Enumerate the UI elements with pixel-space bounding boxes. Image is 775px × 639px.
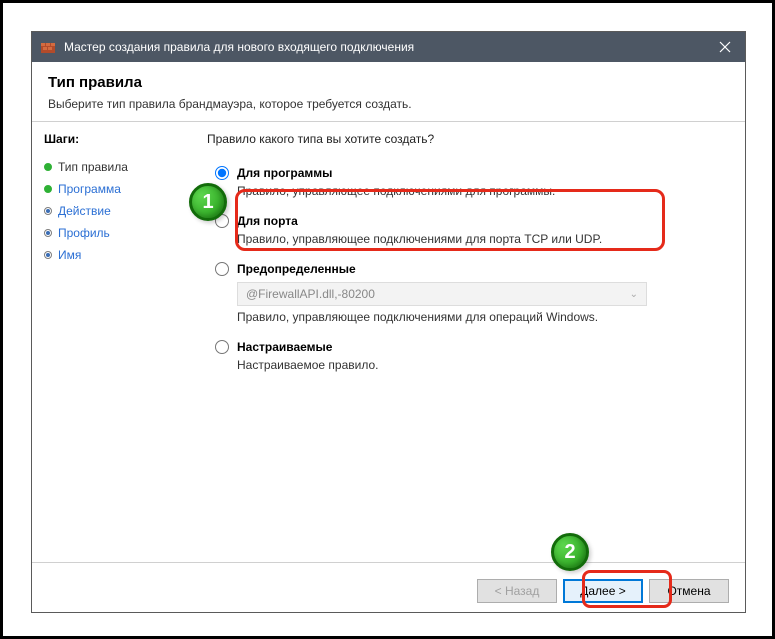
radio-predefined[interactable] (215, 262, 229, 276)
option-desc: Правило, управляющее подключениями для п… (237, 232, 725, 246)
dropdown-value: @FirewallAPI.dll,-80200 (246, 287, 375, 301)
back-button: < Назад (477, 579, 557, 603)
option-desc: Настраиваемое правило. (237, 358, 725, 372)
annotation-badge-2: 2 (551, 533, 589, 571)
option-custom: Настраиваемые Настраиваемое правило. (215, 340, 725, 372)
bullet-icon (44, 207, 52, 215)
option-program: Для программы Правило, управляющее подкл… (215, 166, 725, 198)
titlebar-text: Мастер создания правила для нового входя… (64, 40, 705, 54)
bullet-icon (44, 163, 52, 171)
option-predefined: Предопределенные @FirewallAPI.dll,-80200… (215, 262, 725, 324)
bullet-icon (44, 185, 52, 193)
predefined-dropdown: @FirewallAPI.dll,-80200 ⌄ (237, 282, 647, 306)
option-label: Настраиваемые (237, 340, 332, 354)
option-port: Для порта Правило, управляющее подключен… (215, 214, 725, 246)
cancel-button[interactable]: Отмена (649, 579, 729, 603)
wizard-window: Мастер создания правила для нового входя… (31, 31, 746, 613)
option-desc: Правило, управляющее подключениями для о… (237, 310, 725, 324)
step-name[interactable]: Имя (44, 244, 185, 266)
annotation-badge-1: 1 (189, 183, 227, 221)
step-program[interactable]: Программа (44, 178, 185, 200)
header-area: Тип правила Выберите тип правила брандма… (32, 62, 745, 121)
main-panel: Правило какого типа вы хотите создать? Д… (197, 122, 745, 562)
radio-custom[interactable] (215, 340, 229, 354)
step-profile[interactable]: Профиль (44, 222, 185, 244)
step-label: Действие (58, 204, 111, 218)
option-label: Для порта (237, 214, 298, 228)
step-label: Программа (58, 182, 121, 196)
footer-area: < Назад Далее > Отмена (32, 562, 745, 618)
step-action[interactable]: Действие (44, 200, 185, 222)
next-button[interactable]: Далее > (563, 579, 643, 603)
step-label: Тип правила (58, 160, 128, 174)
page-subtitle: Выберите тип правила брандмауэра, которо… (48, 97, 729, 111)
steps-panel: Шаги: Тип правила Программа Действие Про… (32, 122, 197, 562)
step-rule-type[interactable]: Тип правила (44, 156, 185, 178)
chevron-down-icon: ⌄ (630, 289, 638, 300)
step-label: Профиль (58, 226, 110, 240)
firewall-icon (40, 39, 56, 55)
titlebar: Мастер создания правила для нового входя… (32, 32, 745, 62)
prompt-text: Правило какого типа вы хотите создать? (207, 132, 725, 146)
option-label: Для программы (237, 166, 332, 180)
page-title: Тип правила (48, 74, 729, 91)
bullet-icon (44, 229, 52, 237)
step-label: Имя (58, 248, 81, 262)
bullet-icon (44, 251, 52, 259)
radio-program[interactable] (215, 166, 229, 180)
option-desc: Правило, управляющее подключениями для п… (237, 184, 725, 198)
steps-title: Шаги: (44, 132, 185, 146)
option-label: Предопределенные (237, 262, 356, 276)
close-button[interactable] (705, 32, 745, 62)
